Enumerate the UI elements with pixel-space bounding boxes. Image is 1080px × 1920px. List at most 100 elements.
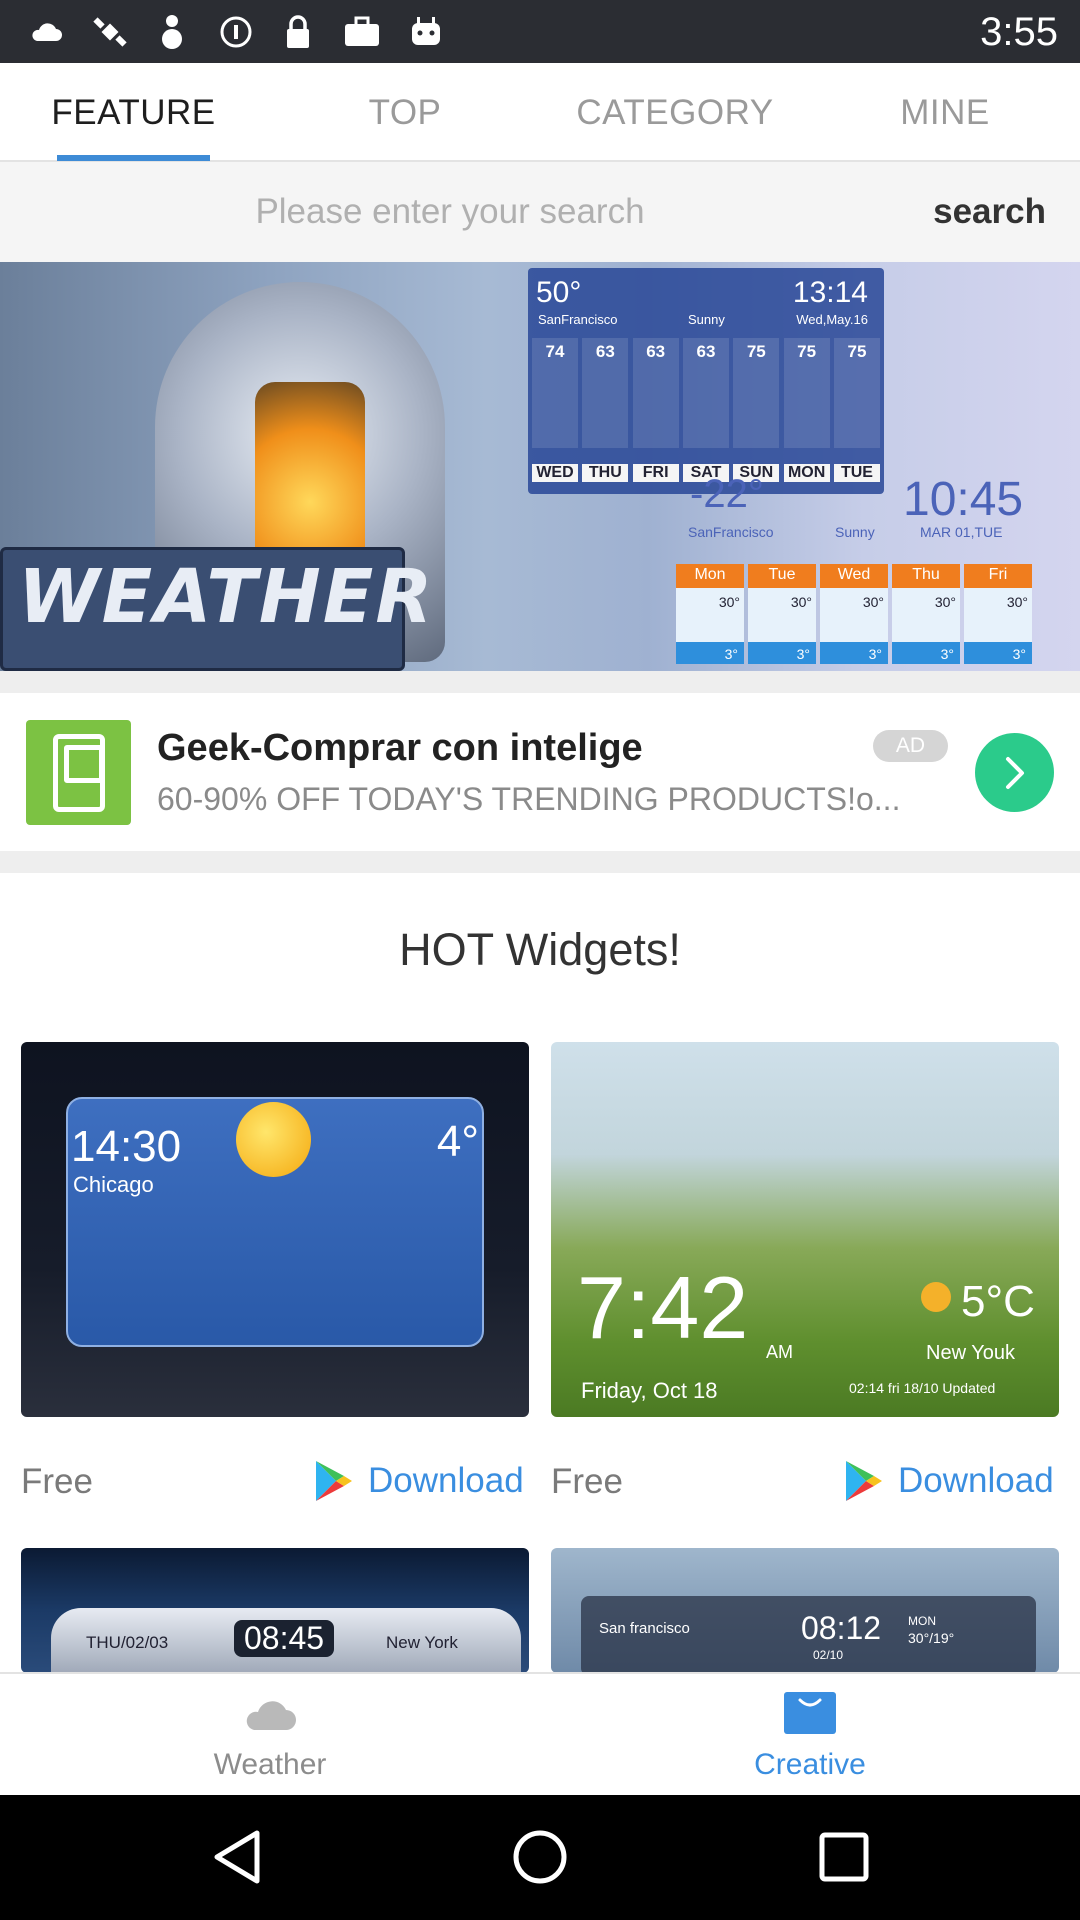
widget-preview-date: THU/02/03 [86, 1633, 169, 1652]
banner-high: 63 [682, 338, 729, 448]
banner-second-condition: Sunny [835, 524, 875, 540]
info-icon [216, 12, 256, 52]
ad-subtitle: 60-90% OFF TODAY'S TRENDING PRODUCTS!o..… [157, 781, 901, 817]
banner-panel-date: Wed,May.16 [796, 312, 868, 327]
ad-title[interactable]: Geek-Comprar con intelige [157, 727, 643, 770]
banner-mini-low: 3° [940, 646, 954, 662]
widget-preview-temp: 5°C [961, 1277, 1035, 1326]
nav-weather[interactable]: Weather [0, 1674, 540, 1797]
banner-mini-card: Wed 30° 3° [820, 564, 888, 664]
widget-preview-2[interactable]: 7:42 AM Friday, Oct 18 5°C New Youk 02:1… [551, 1042, 1059, 1417]
widget-preview-3[interactable]: THU/02/03 08:45 New York [21, 1548, 529, 1673]
briefcase-icon [342, 12, 382, 52]
banner-mini-day: Wed [837, 566, 871, 583]
section-divider [0, 671, 1080, 693]
nav-creative-label[interactable]: Creative [540, 1748, 1080, 1782]
banner-mini-card: Fri 30° 3° [964, 564, 1032, 664]
banner-mini-high: 30° [1006, 594, 1028, 610]
banner-day: MON [783, 464, 830, 482]
banner-panel-highs: 74 63 63 63 75 75 75 [532, 338, 880, 448]
banner-mini-high: 30° [718, 594, 740, 610]
section-title: HOT Widgets! [399, 924, 681, 975]
download-label[interactable]: Download [898, 1461, 1054, 1501]
recents-icon[interactable] [812, 1825, 876, 1889]
system-nav-bar [0, 1795, 1080, 1920]
widget-preview-temp: 4° [436, 1117, 479, 1166]
ad-badge: AD [873, 730, 948, 762]
top-tabs: FEATURE TOP CATEGORY MINE [0, 63, 1080, 162]
ad-row[interactable]: Geek-Comprar con intelige AD 60-90% OFF … [0, 693, 1080, 851]
widget-preview-1[interactable]: 14:30 Chicago 4° [21, 1042, 529, 1417]
banner-mini-card: Thu 30° 3° [892, 564, 960, 664]
widget-preview-city: San francisco [599, 1620, 690, 1637]
widget-preview-ampm: AM [766, 1342, 793, 1362]
bottom-nav: Weather Creative [0, 1672, 1080, 1795]
tab-mine[interactable]: MINE [870, 63, 1020, 162]
nav-weather-label[interactable]: Weather [0, 1748, 540, 1782]
banner-second-city: SanFrancisco [688, 524, 774, 540]
cloud-icon [26, 12, 66, 52]
widget-preview-4[interactable]: San francisco 08:12 02/10 MON 30°/19° [551, 1548, 1059, 1673]
status-time: 3:55 [980, 10, 1058, 54]
widget-preview-time: 08:45 [234, 1620, 335, 1657]
widget-preview-date: Friday, Oct 18 [581, 1378, 718, 1403]
bag-icon [784, 1692, 836, 1734]
chevron-right-icon[interactable] [975, 733, 1054, 812]
banner-high: 63 [582, 338, 629, 448]
download-label[interactable]: Download [368, 1461, 524, 1501]
banner-mini-low: 3° [868, 646, 882, 662]
search-bar: search [0, 162, 1080, 262]
banner-second-temp: -22° [690, 472, 764, 516]
sun-icon [921, 1282, 951, 1312]
widget-preview-location: New Youk [926, 1342, 1015, 1364]
play-store-icon [316, 1461, 352, 1501]
ad-app-icon[interactable] [26, 720, 131, 825]
widget-preview-updated: 02:14 fri 18/10 Updated [849, 1380, 996, 1396]
banner-high: 75 [783, 338, 830, 448]
tab-feature[interactable]: FEATURE [51, 63, 215, 162]
play-store-icon [846, 1461, 882, 1501]
banner-high: 75 [833, 338, 880, 448]
search-input[interactable] [0, 162, 900, 262]
download-button[interactable]: Download [844, 1456, 1054, 1506]
banner-day: TUE [833, 464, 880, 482]
back-icon[interactable] [205, 1825, 269, 1889]
widget-preview-city: Chicago [73, 1172, 154, 1197]
banner-panel-temp: 50° [536, 276, 582, 309]
banner-mini-high: 30° [862, 594, 884, 610]
widget-preview-date: 02/10 [813, 1648, 844, 1662]
tab-top[interactable]: TOP [330, 63, 480, 162]
widget-preview-temps: 30°/19° [908, 1630, 955, 1646]
banner-mini-day: Thu [912, 566, 940, 583]
banner-day: WED [532, 464, 578, 482]
home-icon[interactable] [508, 1825, 572, 1889]
banner-panel-city: SanFrancisco [538, 312, 618, 327]
banner-mini-high: 30° [790, 594, 812, 610]
banner-mini-card: Mon 30° 3° [676, 564, 744, 664]
banner-mini-day: Mon [694, 566, 726, 583]
android-icon [406, 12, 446, 52]
nav-creative[interactable]: Creative [540, 1674, 1080, 1797]
banner-panel-condition: Sunny [688, 312, 725, 327]
banner-logo-text: WEATHER [18, 554, 435, 640]
banner-panel-time: 13:14 [792, 276, 868, 309]
search-button[interactable]: search [933, 184, 1046, 240]
banner-mini-high: 30° [934, 594, 956, 610]
widget-price: Free [21, 1462, 93, 1501]
banner-second-time: 10:45 [903, 473, 1024, 526]
banner-mini-forecast: Mon 30° 3° Tue 30° 3° Wed 30° 3° Thu 30° 3° Fri 3… [676, 564, 1032, 664]
widget-preview-city: New York [386, 1633, 458, 1652]
download-button[interactable]: Download [314, 1456, 524, 1506]
app-root: 3:55 FEATURE TOP CATEGORY MINE search WE… [0, 0, 1080, 1920]
widget-preview-time: 7:42 [577, 1258, 749, 1357]
tab-category[interactable]: CATEGORY [575, 63, 775, 162]
tab-indicator [57, 155, 210, 161]
banner-day: FRI [632, 464, 679, 482]
tie-icon [152, 12, 192, 52]
banner-high: 63 [632, 338, 679, 448]
widget-price: Free [551, 1462, 623, 1501]
promo-banner[interactable]: WEATHER 50° SanFrancisco Sunny 13:14 Wed… [0, 262, 1080, 671]
banner-mini-day: Tue [768, 566, 796, 583]
cloud-icon [246, 1701, 296, 1730]
status-bar: 3:55 [0, 0, 1080, 63]
